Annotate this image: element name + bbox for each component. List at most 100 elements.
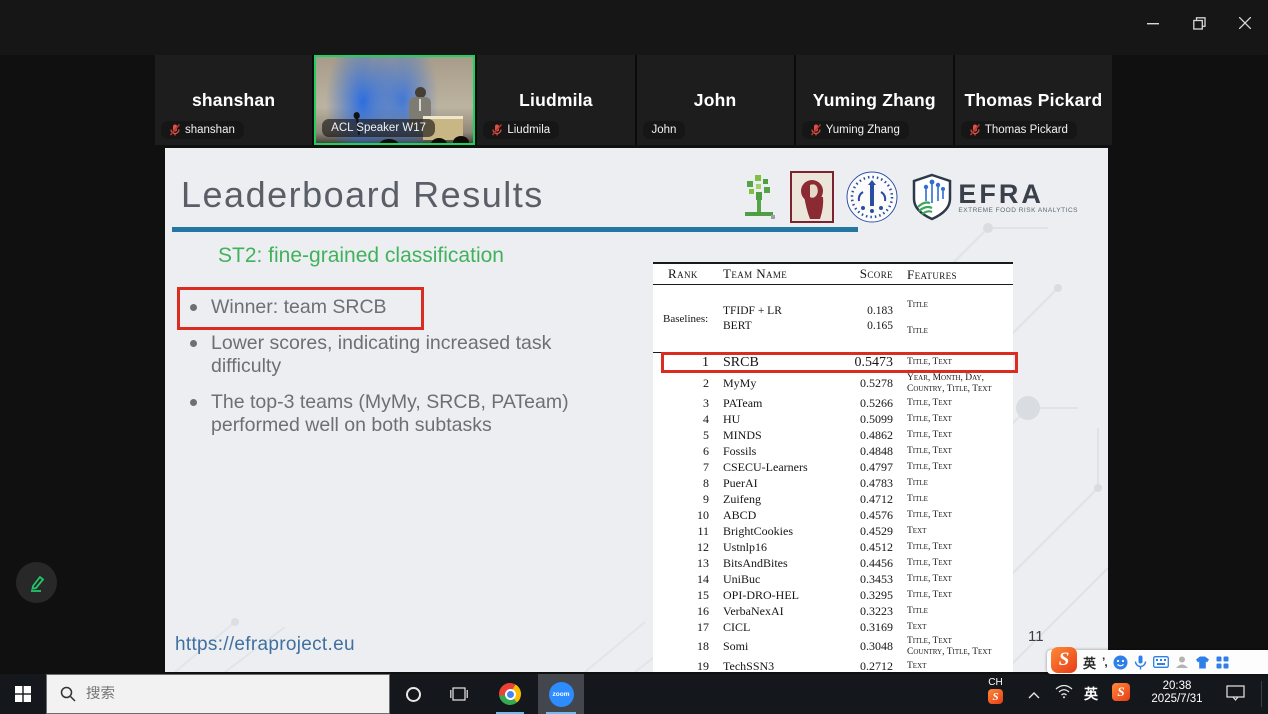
- participant-name-label: John: [643, 121, 686, 139]
- minimize-icon[interactable]: [1130, 10, 1176, 36]
- grid-icon: [1216, 656, 1229, 669]
- table-header: Rank Team Name Score Features: [653, 262, 1013, 285]
- action-center-button[interactable]: [1226, 685, 1245, 706]
- cortana-button[interactable]: [391, 674, 435, 714]
- sogou-icon: S: [1112, 683, 1130, 701]
- stockholm-university-seal: [845, 170, 899, 224]
- sogou-language-mode[interactable]: 英: [1083, 653, 1096, 672]
- annotate-button[interactable]: [16, 562, 57, 603]
- bullet-item: Winner: team SRCB: [190, 296, 590, 319]
- sogou-input-bar: S 英 ’,: [1047, 650, 1268, 674]
- table-row: 8 PuerAI 0.4783 Title: [653, 475, 1013, 491]
- language-indicator[interactable]: 英: [1084, 684, 1098, 704]
- sogou-emoji-button[interactable]: [1113, 655, 1128, 670]
- leaderboard-table: Rank Team Name Score Features Baselines:…: [653, 262, 1013, 672]
- tshirt-icon: [1195, 656, 1210, 669]
- mic-muted-icon: [970, 124, 980, 136]
- table-row: 18 Somi 0.3048 Title, Text Country, Titl…: [653, 635, 1013, 658]
- chevron-up-icon: [1028, 691, 1040, 699]
- table-row: 3 PATeam 0.5266 Title, Text: [653, 395, 1013, 411]
- chrome-icon: [499, 683, 521, 705]
- slide-subtitle: ST2: fine-grained classification: [218, 244, 504, 268]
- participant-tile[interactable]: Yuming Zhang Yuming Zhang: [796, 55, 953, 145]
- participant-tile[interactable]: Thomas Pickard Thomas Pickard: [955, 55, 1112, 145]
- table-row: 15 OPI-DRO-HEL 0.3295 Title, Text: [653, 587, 1013, 603]
- table-row: 14 UniBuc 0.3453 Title, Text: [653, 571, 1013, 587]
- search-icon: [60, 686, 76, 702]
- windows-taskbar: zoom CH S 英 S 20:38 2025/7/31: [0, 674, 1268, 714]
- show-hidden-icons-button[interactable]: [1028, 686, 1040, 704]
- participant-tile[interactable]: Liudmila Liudmila: [477, 55, 634, 145]
- baselines-rows: Baselines: TFIDF + LR BERT 0.183 0.165 T…: [653, 285, 1013, 353]
- search-input[interactable]: [86, 686, 336, 702]
- sogou-tray-button[interactable]: S: [1112, 683, 1130, 701]
- bullet-dot: [190, 304, 197, 311]
- title-underline: [172, 227, 858, 232]
- classical-head-logo: [790, 171, 834, 223]
- sogou-toolbox-button[interactable]: [1216, 656, 1229, 669]
- table-row: 4 HU 0.5099 Title, Text: [653, 411, 1013, 427]
- table-row: 17 CICL 0.3169 Text: [653, 619, 1013, 635]
- window-titlebar: [0, 0, 1268, 55]
- task-view-button[interactable]: [437, 674, 481, 714]
- bullet-dot: [190, 399, 197, 406]
- table-row: 2 MyMy 0.5278 Year, Month, Day, Country,…: [653, 372, 1013, 395]
- slide-title: Leaderboard Results: [181, 174, 544, 216]
- mic-muted-icon: [811, 124, 821, 136]
- efra-tagline: EXTREME FOOD RISK ANALYTICS: [958, 207, 1078, 214]
- table-row: 9 Zuifeng 0.4712 Title: [653, 491, 1013, 507]
- wifi-status[interactable]: [1055, 685, 1073, 704]
- emoji-icon: [1113, 655, 1128, 670]
- microphone-icon: [1134, 655, 1147, 670]
- task-view-icon: [450, 686, 468, 702]
- zoom-meeting-window: shanshan shanshan: [0, 0, 1268, 714]
- bullet-list: Winner: team SRCB Lower scores, indicati…: [190, 296, 590, 450]
- table-row: 7 CSECU-Learners 0.4797 Title, Text: [653, 459, 1013, 475]
- participant-video-strip: shanshan shanshan: [155, 55, 1112, 145]
- participant-tile[interactable]: John John: [637, 55, 794, 145]
- wifi-icon: [1055, 685, 1073, 699]
- sogou-tray-icon: S: [988, 689, 1003, 704]
- tray-time: 20:38: [1141, 680, 1213, 693]
- efra-shield-icon: [910, 173, 954, 221]
- close-icon[interactable]: [1222, 10, 1268, 36]
- zoom-taskbar-button[interactable]: zoom: [538, 674, 584, 714]
- table-row: 6 Fossils 0.4848 Title, Text: [653, 443, 1013, 459]
- participant-name-label: Yuming Zhang: [802, 121, 909, 139]
- table-row: 1 SRCB 0.5473 Title, Text: [653, 353, 1013, 372]
- restore-icon[interactable]: [1176, 10, 1222, 36]
- keyboard-icon: [1153, 656, 1169, 668]
- logo-row: EFRA EXTREME FOOD RISK ANALYTICS: [737, 170, 1078, 224]
- sogou-voice-button[interactable]: [1134, 655, 1147, 670]
- bullet-item: The top-3 teams (MyMy, SRCB, PATeam) per…: [190, 391, 590, 437]
- participant-name-label: Thomas Pickard: [961, 121, 1077, 139]
- sogou-account-button[interactable]: [1175, 655, 1189, 669]
- chrome-taskbar-button[interactable]: [488, 674, 532, 714]
- table-row: 13 BitsAndBites 0.4456 Title, Text: [653, 555, 1013, 571]
- sogou-logo[interactable]: S: [1051, 647, 1077, 673]
- bullet-dot: [190, 340, 197, 347]
- pixel-tree-logo: [737, 173, 779, 221]
- sogou-skin-button[interactable]: [1195, 656, 1210, 669]
- show-desktop-divider[interactable]: [1261, 681, 1262, 707]
- efra-wordmark: EFRA: [958, 181, 1078, 207]
- clock[interactable]: 20:38 2025/7/31: [1141, 680, 1213, 706]
- windows-logo-icon: [15, 686, 31, 702]
- taskbar-search[interactable]: [46, 674, 390, 714]
- start-button[interactable]: [0, 674, 46, 714]
- mic-muted-icon: [492, 124, 502, 136]
- bullet-item: Lower scores, indicating increased task …: [190, 332, 590, 378]
- table-row: 10 ABCD 0.4576 Title, Text: [653, 507, 1013, 523]
- table-row: 11 BrightCookies 0.4529 Text: [653, 523, 1013, 539]
- participant-tile[interactable]: ACL Speaker W17: [314, 55, 475, 145]
- ime-indicator[interactable]: CH S: [988, 677, 1003, 704]
- participant-tile[interactable]: shanshan shanshan: [155, 55, 312, 145]
- zoom-app-icon: zoom: [549, 682, 574, 707]
- participant-name-label: Liudmila: [483, 121, 559, 139]
- table-row: 19 TechSSN3 0.2712 Text: [653, 658, 1013, 672]
- notification-icon: [1226, 685, 1245, 701]
- efra-logo: EFRA EXTREME FOOD RISK ANALYTICS: [910, 173, 1078, 221]
- participant-name-label: ACL Speaker W17: [322, 119, 435, 137]
- sogou-keyboard-button[interactable]: [1153, 656, 1169, 668]
- sogou-punctuation-toggle[interactable]: ’,: [1102, 655, 1107, 669]
